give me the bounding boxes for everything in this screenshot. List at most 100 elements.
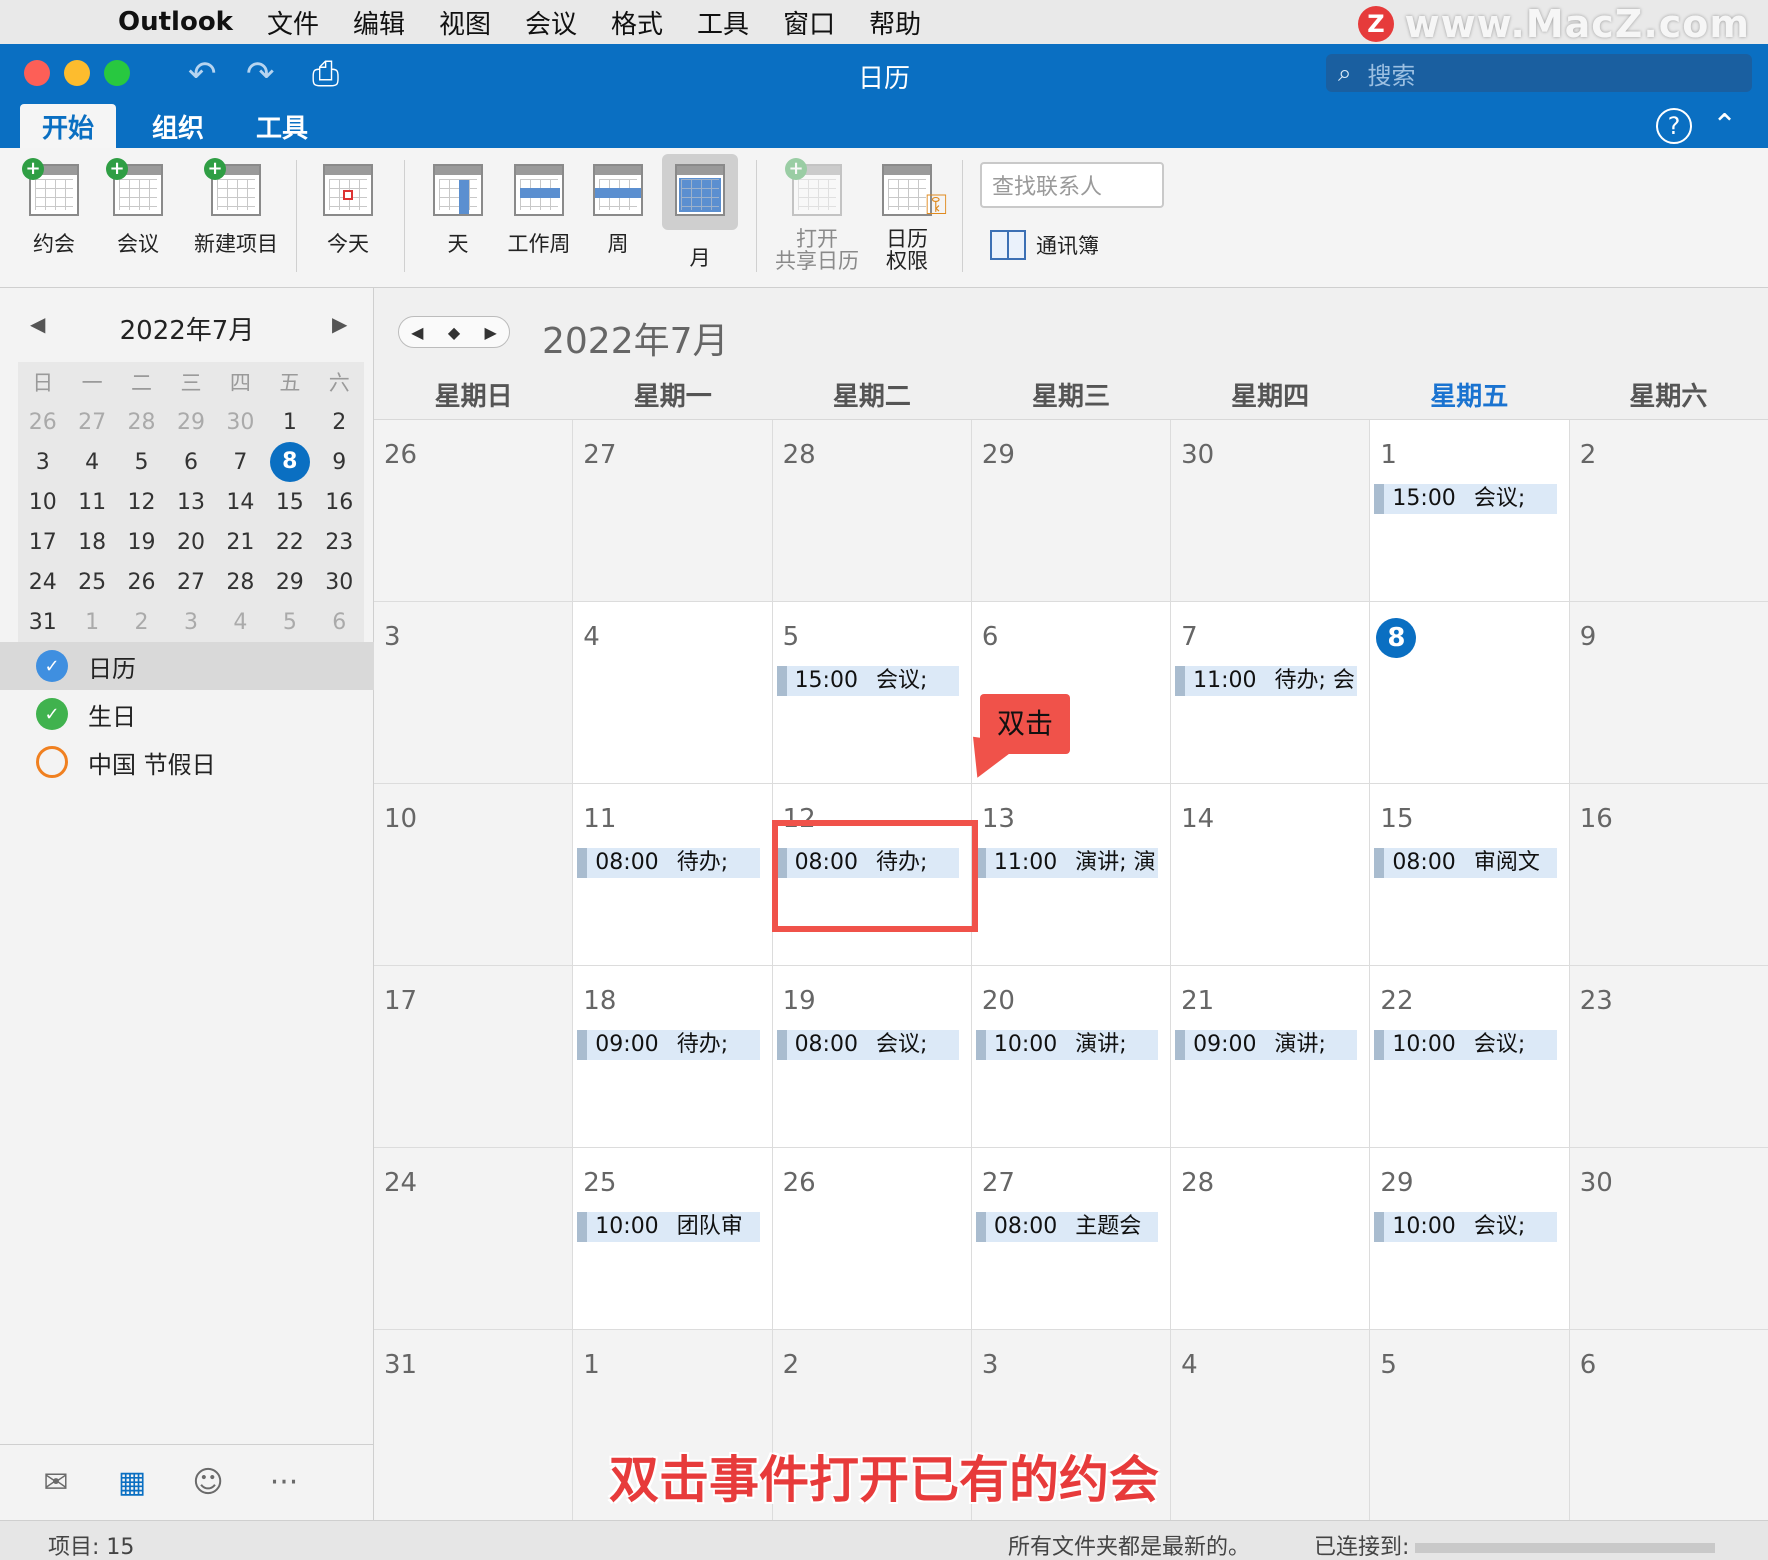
mini-calendar-day[interactable]: 30	[315, 570, 364, 595]
menu-file[interactable]: 文件	[267, 4, 319, 41]
day-cell[interactable]: 7 11:00 待办; 会	[1171, 602, 1371, 783]
checkmark-icon[interactable]: ✓	[36, 698, 68, 730]
help-icon[interactable]: ?	[1656, 108, 1692, 144]
day-cell[interactable]: 3	[374, 602, 574, 783]
mini-calendar-day[interactable]: 27	[166, 570, 215, 595]
day-cell[interactable]: 30	[1171, 420, 1371, 601]
open-shared-calendar-button[interactable]: + 打开 共享日历	[774, 158, 860, 272]
mini-calendar-day[interactable]: 11	[67, 490, 116, 515]
calendar-event[interactable]: 09:00 待办;	[577, 1030, 760, 1060]
calendar-event[interactable]: 11:00 演讲; 演	[975, 848, 1159, 878]
calendar-event[interactable]: 11:00 待办; 会	[1175, 666, 1358, 696]
mini-calendar-day[interactable]: 3	[166, 610, 215, 635]
day-cell[interactable]: 15 08:00 审阅文	[1370, 784, 1570, 965]
today-button[interactable]: 今天	[316, 162, 380, 258]
mini-calendar-day[interactable]: 17	[18, 530, 67, 555]
mini-calendar-day[interactable]: 22	[265, 530, 314, 555]
day-cell[interactable]: 29	[971, 420, 1172, 601]
calendar-event[interactable]: 08:00 主题会	[975, 1212, 1159, 1242]
day-cell[interactable]: 8	[1370, 602, 1570, 783]
mini-calendar-day[interactable]: 24	[18, 570, 67, 595]
new-appointment-button[interactable]: + 约会	[22, 158, 86, 258]
mini-calendar-day[interactable]: 2	[117, 610, 166, 635]
day-cell[interactable]: 28	[772, 420, 972, 601]
address-book-button[interactable]: 通讯簿	[990, 230, 1099, 260]
day-cell[interactable]: 1 15:00 会议;	[1370, 420, 1570, 601]
search-input[interactable]: ⌕ 搜索	[1326, 54, 1752, 92]
mini-calendar-day[interactable]: 14	[216, 490, 265, 515]
mini-calendar-day[interactable]: 16	[315, 490, 364, 515]
mini-calendar-next-icon[interactable]: ▶	[332, 312, 347, 336]
menu-meeting[interactable]: 会议	[525, 4, 577, 41]
day-cell[interactable]: 27	[573, 420, 773, 601]
new-item-button[interactable]: + 新建项目	[184, 158, 288, 258]
mini-calendar-day[interactable]: 21	[216, 530, 265, 555]
day-cell[interactable]: 25 10:00 团队审	[573, 1148, 773, 1329]
tab-home[interactable]: 开始	[20, 104, 117, 148]
mini-calendar-day[interactable]: 9	[315, 450, 364, 475]
calendar-event[interactable]: 08:00 待办;	[577, 848, 760, 878]
calendar-event[interactable]: 10:00 会议;	[1374, 1212, 1557, 1242]
calendar-event[interactable]: 08:00 审阅文	[1374, 848, 1557, 878]
mini-calendar-day[interactable]: 30	[216, 410, 265, 435]
mini-calendar-day[interactable]: 18	[67, 530, 116, 555]
mini-calendar-day[interactable]: 25	[67, 570, 116, 595]
mini-calendar-day[interactable]: 1	[67, 610, 116, 635]
day-cell[interactable]: 18 09:00 待办;	[573, 966, 773, 1147]
mini-calendar-day[interactable]: 2	[315, 410, 364, 435]
day-cell[interactable]: 13 11:00 演讲; 演	[972, 784, 1172, 965]
day-cell[interactable]: 4	[573, 602, 773, 783]
day-cell[interactable]: 27 08:00 主题会	[972, 1148, 1172, 1329]
day-cell[interactable]: 21 09:00 演讲;	[1171, 966, 1371, 1147]
calendar-event[interactable]: 15:00 会议;	[1374, 484, 1557, 514]
mini-calendar-day[interactable]: 1	[265, 410, 314, 435]
day-cell[interactable]: 24	[374, 1148, 574, 1329]
menu-view[interactable]: 视图	[439, 4, 491, 41]
previous-month-icon[interactable]: ◀	[411, 323, 423, 342]
mini-calendar-day[interactable]: 8	[265, 442, 314, 482]
day-cell[interactable]: 14	[1171, 784, 1371, 965]
mini-calendar-day[interactable]: 31	[18, 610, 67, 635]
new-meeting-button[interactable]: + 会议	[106, 158, 170, 258]
day-cell[interactable]: 16	[1569, 784, 1768, 965]
calendar-event[interactable]: 15:00 会议;	[776, 666, 959, 696]
mini-calendar-day[interactable]: 29	[265, 570, 314, 595]
calendar-event[interactable]: 09:00 演讲;	[1175, 1030, 1358, 1060]
mini-calendar-day[interactable]: 5	[117, 450, 166, 475]
day-cell[interactable]: 11 08:00 待办;	[573, 784, 773, 965]
work-week-view-button[interactable]: 工作周	[502, 162, 576, 258]
month-view-button[interactable]: 月	[662, 154, 738, 270]
mini-calendar-day[interactable]: 6	[315, 610, 364, 635]
calendar-event[interactable]: 08:00 会议;	[776, 1030, 959, 1060]
mini-calendar-day[interactable]: 12	[117, 490, 166, 515]
day-cell[interactable]: 10	[374, 784, 574, 965]
tab-tools[interactable]: 工具	[234, 104, 330, 148]
calendar-item-calendar[interactable]: ✓ 日历	[0, 642, 374, 690]
calendar-event[interactable]: 10:00 团队审	[577, 1212, 760, 1242]
menu-format[interactable]: 格式	[611, 4, 663, 41]
mini-calendar-day[interactable]: 27	[67, 410, 116, 435]
mini-calendar-day[interactable]: 10	[18, 490, 67, 515]
mini-calendar-day[interactable]: 20	[166, 530, 215, 555]
mini-calendar-day[interactable]: 4	[67, 450, 116, 475]
mini-calendar-today[interactable]: 8	[269, 442, 310, 482]
calendar-item-holidays[interactable]: 中国 节假日	[0, 738, 374, 786]
calendar-permissions-button[interactable]: ⚿ 日历 权限	[874, 162, 947, 272]
mini-calendar-day[interactable]: 5	[265, 610, 314, 635]
menu-window[interactable]: 窗口	[783, 4, 835, 41]
day-cell[interactable]: 17	[374, 966, 574, 1147]
mini-calendar-day[interactable]: 6	[166, 450, 215, 475]
mini-calendar-day[interactable]: 4	[216, 610, 265, 635]
unchecked-circle-icon[interactable]	[36, 746, 68, 778]
mini-calendar-day[interactable]: 13	[166, 490, 215, 515]
day-cell[interactable]: 28	[1171, 1148, 1371, 1329]
menu-app-name[interactable]: Outlook	[118, 7, 233, 37]
day-cell[interactable]: 2	[1569, 420, 1768, 601]
day-cell[interactable]: 29 10:00 会议;	[1370, 1148, 1570, 1329]
next-month-icon[interactable]: ▶	[484, 323, 496, 342]
menu-help[interactable]: 帮助	[869, 4, 921, 41]
day-view-button[interactable]: 天	[426, 162, 490, 258]
day-cell[interactable]: 19 08:00 会议;	[773, 966, 972, 1147]
tab-organize[interactable]: 组织	[130, 104, 226, 148]
week-view-button[interactable]: 周	[586, 162, 650, 258]
